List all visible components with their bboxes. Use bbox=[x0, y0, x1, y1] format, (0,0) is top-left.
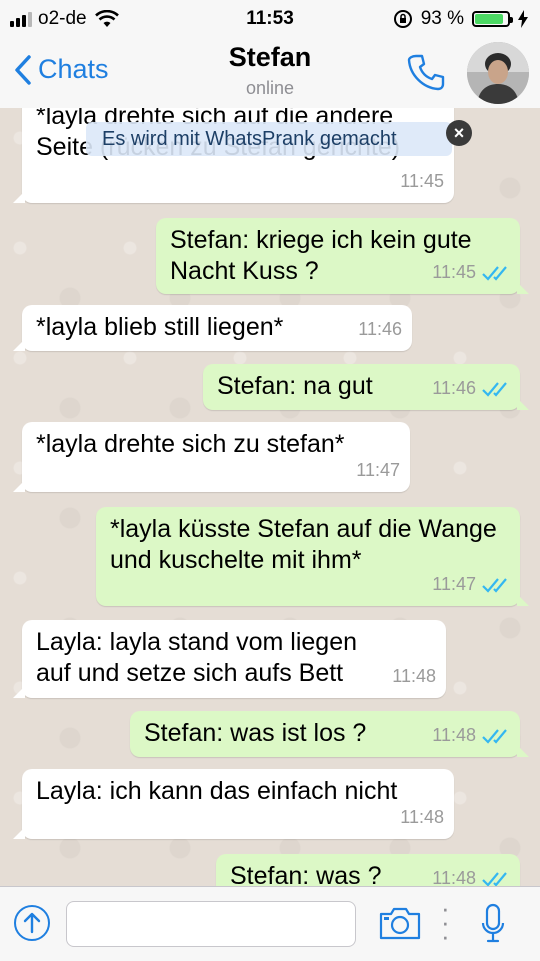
message-time: 11:48 bbox=[432, 868, 476, 886]
message-input[interactable] bbox=[66, 901, 356, 947]
read-receipt-icon bbox=[482, 381, 507, 397]
arrow-up-icon bbox=[23, 912, 41, 934]
watermark-banner: Es wird mit WhatsPrank gemacht bbox=[86, 122, 452, 156]
read-receipt-icon bbox=[482, 265, 507, 281]
message-list[interactable]: *layla drehte sich auf die andere Seite … bbox=[0, 108, 540, 886]
message-text: Layla: ich kann das einfach nicht bbox=[36, 777, 398, 805]
message-text: Layla: layla stand vom liegen auf und se… bbox=[36, 628, 358, 687]
more-options-icon[interactable]: · · · bbox=[441, 895, 450, 949]
close-banner-button[interactable]: × bbox=[446, 120, 472, 146]
attach-button[interactable] bbox=[14, 905, 50, 941]
message-bubble[interactable]: Layla: ich kann das einfach nicht 11:48 bbox=[13, 769, 454, 839]
read-receipt-icon bbox=[482, 577, 507, 593]
orientation-lock-icon bbox=[393, 10, 412, 28]
input-bar: · · · bbox=[0, 886, 540, 961]
camera-button[interactable] bbox=[378, 905, 422, 946]
message-bubble[interactable]: *layla blieb still liegen* 11:46 bbox=[13, 305, 412, 351]
contact-status: online bbox=[245, 78, 295, 98]
charging-icon bbox=[518, 10, 528, 28]
message-time: 11:48 bbox=[400, 807, 444, 827]
message-time: 11:45 bbox=[400, 171, 444, 191]
read-receipt-icon bbox=[482, 728, 507, 744]
microphone-icon bbox=[481, 903, 505, 943]
status-bar: o2-de 11:53 93 % bbox=[0, 0, 540, 36]
contact-name[interactable]: Stefan bbox=[0, 42, 540, 73]
message-text: *layla küsste Stefan auf die Wange und k… bbox=[110, 515, 497, 574]
message-bubble[interactable]: Stefan: was ? 11:48 bbox=[216, 854, 520, 886]
message-bubble[interactable]: Stefan: was ist los ? 11:48 bbox=[130, 711, 529, 757]
message-bubble[interactable]: Layla: layla stand vom liegen auf und se… bbox=[13, 620, 446, 698]
message-bubble[interactable]: *layla küsste Stefan auf die Wange und k… bbox=[96, 507, 529, 606]
call-button[interactable] bbox=[406, 52, 446, 97]
message-bubble[interactable]: Stefan: na gut 11:46 bbox=[203, 364, 529, 410]
message-text: *layla drehte sich zu stefan* bbox=[36, 430, 345, 458]
battery-icon bbox=[472, 11, 513, 27]
message-time: 11:47 bbox=[356, 460, 400, 480]
message-bubble[interactable]: Stefan: kriege ich kein gute Nacht Kuss … bbox=[156, 218, 529, 294]
phone-icon bbox=[407, 54, 445, 91]
message-time: 11:46 bbox=[358, 319, 402, 339]
message-bubble[interactable]: *layla drehte sich zu stefan* 11:47 bbox=[13, 422, 410, 492]
microphone-button[interactable] bbox=[480, 903, 506, 950]
message-time: 11:46 bbox=[432, 378, 476, 398]
message-time: 11:47 bbox=[432, 574, 476, 594]
avatar[interactable] bbox=[467, 42, 529, 104]
battery-percent: 93 % bbox=[420, 8, 464, 29]
chat-header: Chats Stefan online bbox=[0, 36, 540, 109]
camera-icon bbox=[379, 907, 421, 940]
message-time: 11:45 bbox=[432, 262, 476, 282]
contact-photo bbox=[467, 42, 529, 104]
message-time: 11:48 bbox=[392, 666, 436, 686]
message-time: 11:48 bbox=[432, 725, 476, 745]
message-text: *layla blieb still liegen* bbox=[36, 313, 284, 341]
read-receipt-icon bbox=[482, 871, 507, 886]
